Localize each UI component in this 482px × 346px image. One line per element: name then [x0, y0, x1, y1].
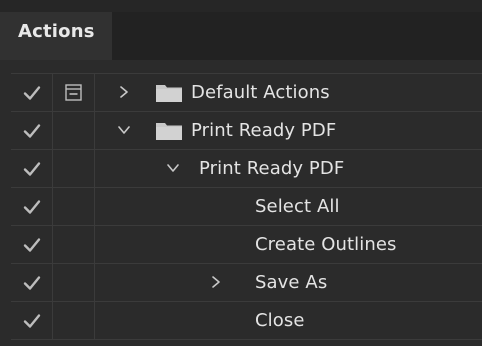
checkmark-icon[interactable] — [22, 235, 42, 255]
checkmark-icon[interactable] — [22, 311, 42, 331]
command-label: Select All — [255, 196, 340, 217]
toggle-dialog-column — [53, 188, 95, 225]
toggle-dialog-column — [53, 264, 95, 301]
command-row-create-outlines[interactable]: Create Outlines — [11, 226, 482, 264]
folder-icon — [156, 123, 182, 140]
action-set-row-print-ready-pdf[interactable]: Print Ready PDF — [11, 112, 482, 150]
toggle-dialog-column — [53, 74, 95, 111]
action-row-print-ready-pdf[interactable]: Print Ready PDF — [11, 150, 482, 188]
tab-actions[interactable]: Actions — [0, 12, 112, 60]
chevron-right-icon[interactable] — [209, 275, 223, 289]
dialog-toggle-icon[interactable] — [65, 84, 82, 101]
chevron-right-icon[interactable] — [117, 85, 131, 99]
toggle-item-column — [11, 112, 53, 149]
checkmark-icon[interactable] — [22, 83, 42, 103]
command-row-select-all[interactable]: Select All — [11, 188, 482, 226]
checkmark-icon[interactable] — [22, 159, 42, 179]
toggle-item-column — [11, 188, 53, 225]
toggle-dialog-column — [53, 150, 95, 187]
command-label: Save As — [255, 272, 328, 293]
toggle-dialog-column — [53, 302, 95, 339]
toggle-item-column — [11, 264, 53, 301]
checkmark-icon[interactable] — [22, 197, 42, 217]
command-row-close[interactable]: Close — [11, 302, 482, 340]
toggle-item-column — [11, 74, 53, 111]
chevron-down-icon[interactable] — [117, 123, 131, 137]
checkmark-icon[interactable] — [22, 121, 42, 141]
action-set-row-default-actions[interactable]: Default Actions — [11, 74, 482, 112]
toggle-dialog-column — [53, 112, 95, 149]
tab-strip-empty — [112, 12, 482, 60]
toggle-dialog-column — [53, 226, 95, 263]
action-label: Print Ready PDF — [199, 158, 345, 179]
command-label: Create Outlines — [255, 234, 397, 255]
folder-icon — [156, 85, 182, 102]
command-label: Close — [255, 310, 305, 331]
chevron-down-icon[interactable] — [166, 161, 180, 175]
toggle-item-column — [11, 302, 53, 339]
action-set-label: Print Ready PDF — [191, 120, 337, 141]
checkmark-icon[interactable] — [22, 273, 42, 293]
actions-list: Default Actions Print Ready PDF Print Re… — [11, 73, 482, 340]
panel-header: Actions — [0, 0, 482, 60]
action-set-label: Default Actions — [191, 82, 330, 103]
toggle-item-column — [11, 226, 53, 263]
toggle-item-column — [11, 150, 53, 187]
command-row-save-as[interactable]: Save As — [11, 264, 482, 302]
